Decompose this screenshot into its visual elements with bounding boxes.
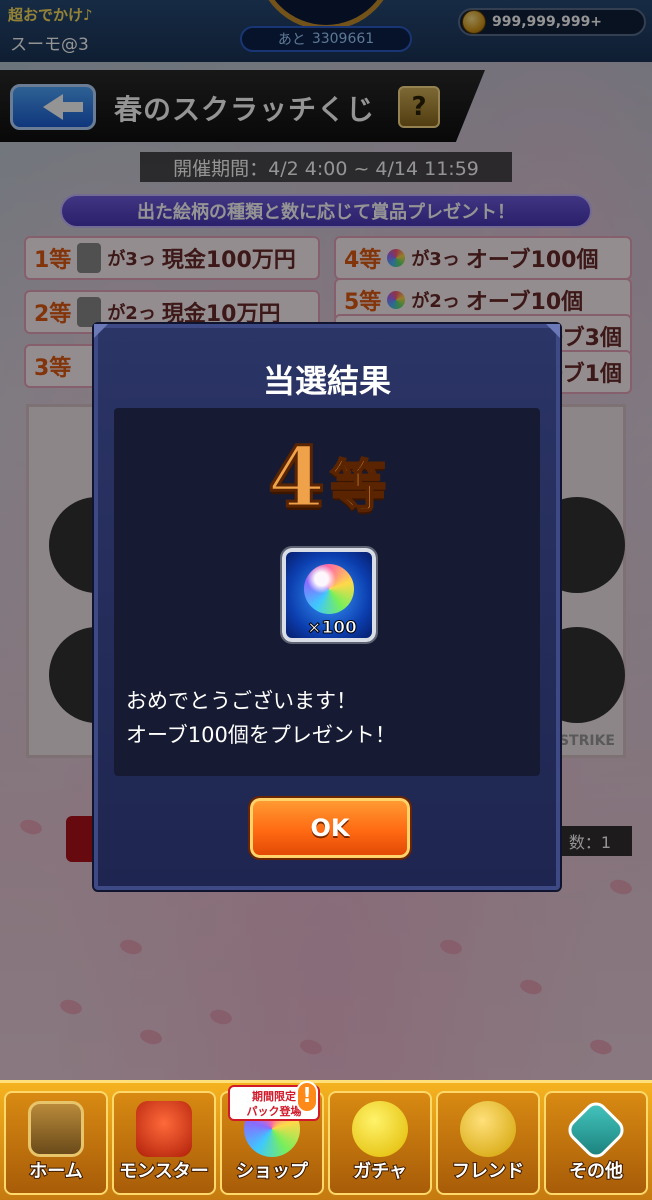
nav-item-friend[interactable]: フレンド — [436, 1091, 540, 1195]
alert-icon: ! — [296, 1081, 318, 1113]
result-dialog: 当選結果 4 等 ×100 おめでとうございます！ オーブ100個をプレゼント！… — [92, 322, 562, 892]
nav-item-home[interactable]: ホーム — [4, 1091, 108, 1195]
nav-label: フレンド — [451, 1160, 525, 1183]
prize-rank-number: 4 — [266, 429, 326, 528]
nav-label: ショップ — [235, 1160, 309, 1183]
bottom-nav: ホーム モンスター 期間限定 パック登場 ! ショップ ガチャ フレンド その他 — [0, 1080, 652, 1200]
result-message-line2: オーブ100個をプレゼント！ — [126, 723, 396, 747]
result-message: おめでとうございます！ オーブ100個をプレゼント！ — [126, 684, 526, 752]
dialog-content: 4 等 ×100 おめでとうございます！ オーブ100個をプレゼント！ — [114, 408, 540, 776]
nav-item-monster[interactable]: モンスター — [112, 1091, 216, 1195]
gacha-icon — [352, 1101, 408, 1157]
nav-label: モンスター — [118, 1160, 210, 1183]
monster-icon — [136, 1101, 192, 1157]
nav-label: その他 — [568, 1160, 624, 1183]
prize-rank-suffix: 等 — [329, 454, 387, 521]
nav-item-shop[interactable]: 期間限定 パック登場 ! ショップ — [220, 1081, 324, 1195]
friend-icon — [460, 1101, 516, 1157]
nav-item-gacha[interactable]: ガチャ — [328, 1091, 432, 1195]
prize-rank: 4 等 — [114, 429, 540, 528]
nav-label: ガチャ — [352, 1160, 408, 1183]
dialog-title: 当選結果 — [262, 362, 391, 400]
orb-icon — [304, 564, 354, 614]
nav-item-other[interactable]: その他 — [544, 1091, 648, 1195]
result-message-line1: おめでとうございます！ — [126, 689, 357, 713]
nav-label: ホーム — [28, 1160, 83, 1183]
reward-item: ×100 — [280, 546, 378, 644]
reward-count: ×100 — [307, 618, 358, 639]
home-icon — [28, 1101, 84, 1157]
other-icon — [563, 1097, 629, 1163]
ok-button[interactable]: OK — [248, 796, 412, 860]
